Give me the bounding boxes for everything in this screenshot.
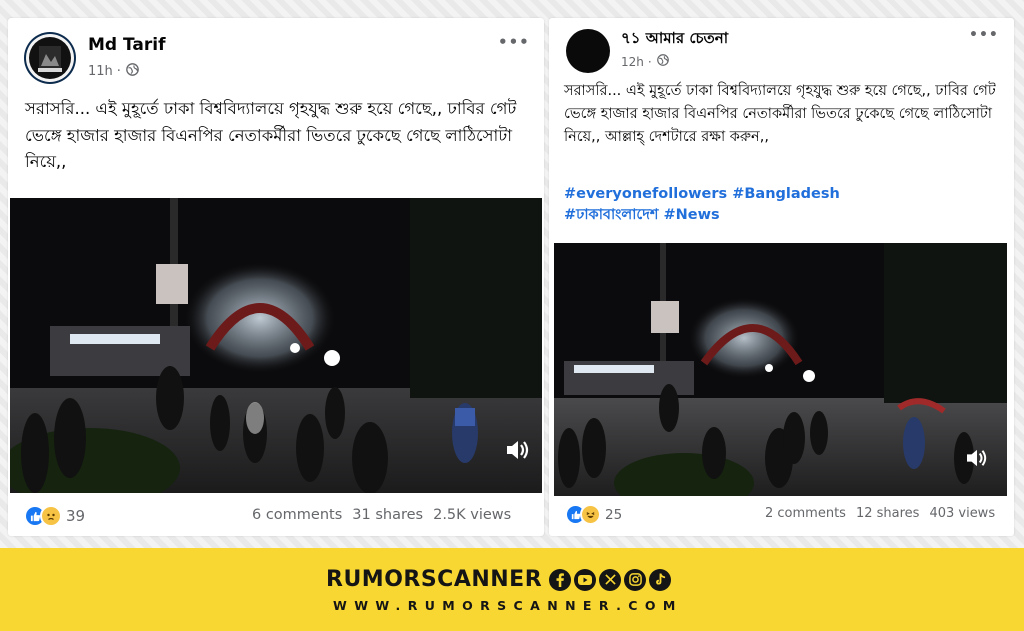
comments-count[interactable]: 2 comments bbox=[765, 506, 846, 521]
author-name[interactable]: ৭১ আমার চেতনা bbox=[621, 27, 728, 52]
globe-icon bbox=[656, 54, 669, 69]
views-count: 403 views bbox=[929, 506, 996, 521]
facebook-post-md-tarif: Md Tarif 11h · ••• সরাসরি... এই মুহূর্তে… bbox=[8, 18, 544, 536]
facebook-icon[interactable] bbox=[549, 568, 572, 591]
brand-row: RUMORSCANNER bbox=[326, 567, 672, 592]
x-icon[interactable] bbox=[599, 568, 622, 591]
shares-count[interactable]: 12 shares bbox=[856, 506, 919, 521]
meta-separator: · bbox=[647, 54, 652, 69]
video-frame bbox=[10, 198, 542, 493]
post-video[interactable] bbox=[10, 198, 542, 493]
more-options-icon[interactable]: ••• bbox=[498, 33, 530, 51]
reaction-summary[interactable]: 39 bbox=[24, 505, 85, 527]
post-time[interactable]: 11h bbox=[88, 64, 113, 79]
meta-separator: · bbox=[116, 64, 121, 79]
instagram-icon[interactable] bbox=[624, 568, 647, 591]
youtube-icon[interactable] bbox=[574, 568, 597, 591]
post-meta: 11h · bbox=[88, 63, 139, 80]
views-count: 2.5K views bbox=[433, 507, 512, 523]
speaker-icon[interactable] bbox=[965, 448, 989, 472]
social-icons bbox=[546, 568, 672, 591]
avatar[interactable] bbox=[24, 32, 76, 84]
sad-icon bbox=[40, 505, 62, 527]
globe-icon bbox=[126, 63, 139, 80]
reaction-summary[interactable]: 25 bbox=[565, 504, 622, 525]
engagement-stats: 6 comments 31 shares 2.5K views bbox=[242, 507, 511, 523]
brand-name: RUMORSCANNER bbox=[326, 567, 543, 592]
post-text: সরাসরি... এই মুহূর্তে ঢাকা বিশ্ববিদ্যালয… bbox=[564, 83, 996, 145]
brand-url[interactable]: WWW.RUMORSCANNER.COM bbox=[333, 598, 683, 613]
hashtags-line-1[interactable]: #everyonefollowers #Bangladesh bbox=[564, 184, 840, 205]
haha-icon bbox=[580, 504, 601, 525]
post-hashtags[interactable]: #everyonefollowers #Bangladesh #ঢাকাবাংল… bbox=[564, 184, 840, 226]
post-video[interactable] bbox=[554, 243, 1007, 496]
post-meta: 12h · bbox=[621, 54, 669, 69]
more-options-icon[interactable]: ••• bbox=[969, 27, 999, 43]
facebook-post-71-amar-chetona: ৭১ আমার চেতনা 12h · ••• সরাসরি... এই মুহ… bbox=[549, 18, 1014, 536]
reaction-count: 39 bbox=[66, 507, 86, 525]
shares-count[interactable]: 31 shares bbox=[352, 507, 423, 523]
video-frame bbox=[554, 243, 1007, 496]
comments-count[interactable]: 6 comments bbox=[252, 507, 342, 523]
avatar[interactable] bbox=[566, 29, 610, 73]
post-text: সরাসরি... এই মুহূর্তে ঢাকা বিশ্ববিদ্যালয… bbox=[25, 99, 517, 172]
author-name[interactable]: Md Tarif bbox=[88, 35, 166, 55]
tiktok-icon[interactable] bbox=[649, 568, 672, 591]
speaker-icon[interactable] bbox=[505, 439, 531, 465]
engagement-stats: 2 comments 12 shares 403 views bbox=[755, 506, 995, 521]
post-time[interactable]: 12h bbox=[621, 55, 644, 69]
hashtags-line-2[interactable]: #ঢাকাবাংলাদেশ #News bbox=[564, 205, 840, 226]
reaction-count: 25 bbox=[605, 506, 623, 523]
